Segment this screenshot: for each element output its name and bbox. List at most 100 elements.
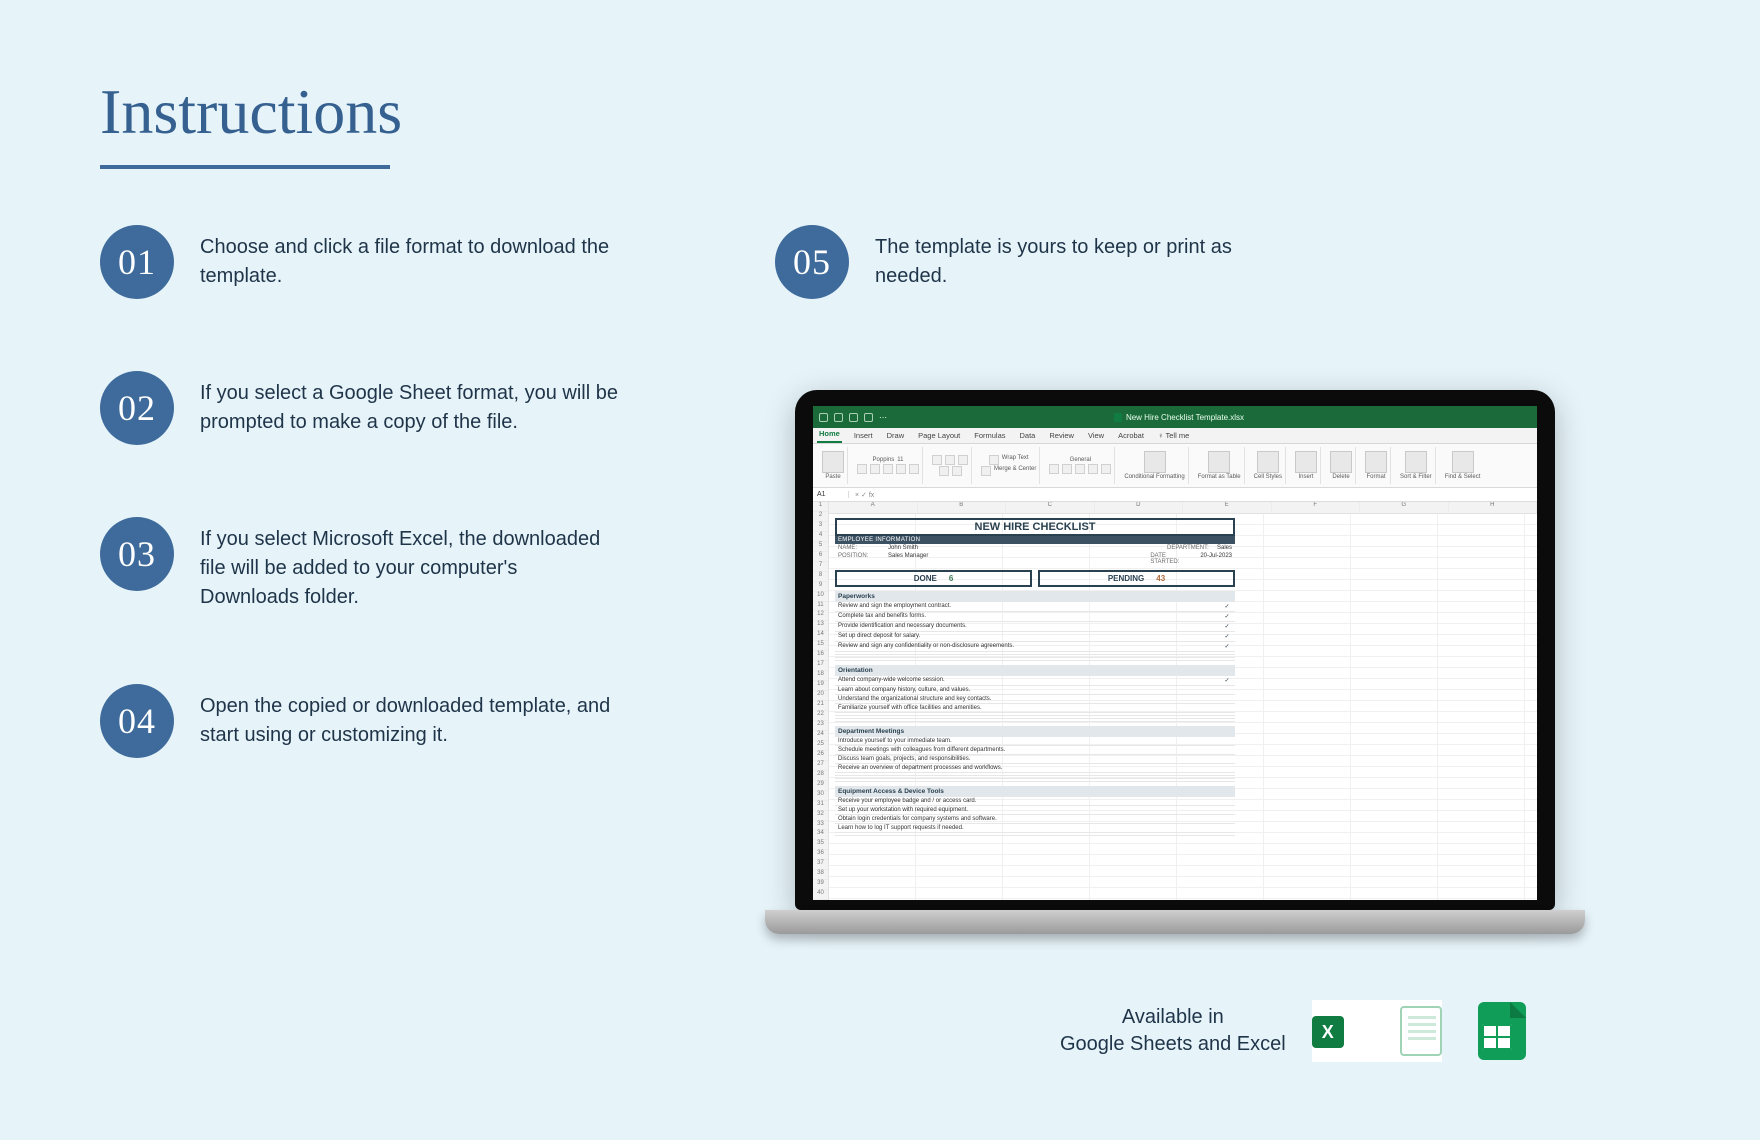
wrap-text-icon (989, 455, 999, 465)
info-dept-value: Sales (1217, 545, 1232, 551)
checklist-row (835, 658, 1235, 661)
section-header: Department Meetings (835, 726, 1235, 737)
font-color-icon (909, 464, 919, 474)
row-header: 19 (813, 681, 828, 691)
checklist-mark (1222, 765, 1232, 771)
merge-center-label: Merge & Center (994, 466, 1036, 476)
tab-formulas: Formulas (972, 429, 1007, 443)
checklist-text: Provide identification and necessary doc… (838, 623, 1222, 630)
align-right-icon (958, 455, 968, 465)
dec-decimal-icon (1101, 464, 1111, 474)
checklist-mark (1222, 816, 1232, 822)
home-icon (819, 413, 828, 422)
section-header: Orientation (835, 665, 1235, 676)
row-header: 17 (813, 661, 828, 671)
insert-cells-icon (1295, 451, 1317, 473)
checklist-text: Introduce yourself to your immediate tea… (838, 738, 1222, 744)
info-date-value: 20-Jul-2023 (1200, 553, 1232, 565)
column-header: D (1095, 502, 1184, 513)
row-header: 30 (813, 791, 828, 801)
tab-view: View (1086, 429, 1106, 443)
checklist-mark (1222, 756, 1232, 762)
tab-home: Home (817, 427, 842, 443)
checklist-mark: ✓ (1222, 613, 1232, 620)
row-header: 12 (813, 611, 828, 621)
row-header: 22 (813, 711, 828, 721)
checklist-row: Discuss team goals, projects, and respon… (835, 755, 1235, 764)
row-header: 18 (813, 671, 828, 681)
info-date-label: DATE STARTED: (1150, 553, 1196, 565)
save-icon (834, 413, 843, 422)
row-header: 4 (813, 532, 828, 542)
checklist-mark (1222, 696, 1232, 702)
step-2: 02 If you select a Google Sheet format, … (100, 371, 620, 445)
merge-center-icon (981, 466, 991, 476)
tab-draw: Draw (885, 429, 907, 443)
outdent-icon (952, 466, 962, 476)
steps-column-right: 05 The template is yours to keep or prin… (775, 225, 1295, 371)
checklist-row: Review and sign any confidentiality or n… (835, 642, 1235, 652)
excel-app-icon: X (1312, 1000, 1442, 1062)
fill-color-icon (896, 464, 906, 474)
checklist-text: Learn about company history, culture, an… (838, 687, 1222, 693)
currency-icon (1049, 464, 1059, 474)
checklist-text: Receive your employee badge and / or acc… (838, 798, 1222, 804)
sort-filter-icon (1405, 451, 1427, 473)
step-5: 05 The template is yours to keep or prin… (775, 225, 1295, 299)
row-header: 25 (813, 741, 828, 751)
qa-ellipsis: ⋯ (879, 413, 887, 422)
sort-filter-label: Sort & Filter (1400, 474, 1432, 480)
spreadsheet-content: NEW HIRE CHECKLIST EMPLOYEE INFORMATION … (835, 518, 1235, 836)
available-line2: Google Sheets and Excel (1060, 1031, 1286, 1058)
checklist-text: Set up your workstation with required eq… (838, 807, 1222, 813)
font-size-box: 11 (897, 457, 903, 463)
laptop-screen: ⋯ New Hire Checklist Template.xlsx Home … (795, 390, 1555, 910)
step-4: 04 Open the copied or downloaded templat… (100, 684, 620, 758)
checklist-mark: ✓ (1222, 603, 1232, 610)
checklist-mark: ✓ (1222, 677, 1232, 684)
tab-review: Review (1047, 429, 1076, 443)
grid: ABCDEFGH NEW HIRE CHECKLIST EMPLOYEE INF… (829, 502, 1537, 900)
row-header: 40 (813, 890, 828, 900)
column-header: B (918, 502, 1007, 513)
row-header: 16 (813, 651, 828, 661)
step-badge-2: 02 (100, 371, 174, 445)
checklist-row: Familiarize yourself with office facilit… (835, 704, 1235, 713)
paste-icon (822, 451, 844, 473)
number-format-box: General (1070, 457, 1091, 463)
row-header: 2 (813, 512, 828, 522)
laptop-mockup: ⋯ New Hire Checklist Template.xlsx Home … (775, 390, 1575, 934)
checklist-mark (1222, 747, 1232, 753)
column-header: A (829, 502, 918, 513)
info-dept-label: DEPARTMENT: (1167, 545, 1213, 551)
find-select-icon (1452, 451, 1474, 473)
step-badge-1: 01 (100, 225, 174, 299)
row-header: 31 (813, 801, 828, 811)
ribbon-paste-label: Paste (825, 474, 840, 480)
row-header: 27 (813, 761, 828, 771)
checklist-row: Set up direct deposit for salary.✓ (835, 632, 1235, 642)
wrap-text-label: Wrap Text (1002, 455, 1029, 465)
column-header: H (1449, 502, 1538, 513)
inc-decimal-icon (1088, 464, 1098, 474)
column-header: F (1272, 502, 1361, 513)
sheets-app-icon (1468, 1000, 1530, 1062)
row-header: 38 (813, 870, 828, 880)
format-label: Format (1366, 474, 1385, 480)
available-in: Available in Google Sheets and Excel X (1060, 1000, 1530, 1062)
tab-acrobat: Acrobat (1116, 429, 1146, 443)
available-line1: Available in (1060, 1004, 1286, 1031)
checklist-text: Complete tax and benefits forms. (838, 613, 1222, 620)
font-name-box: Poppins (873, 457, 895, 463)
format-cells-icon (1365, 451, 1387, 473)
row-header: 14 (813, 631, 828, 641)
step-text-3: If you select Microsoft Excel, the downl… (200, 517, 620, 612)
find-select-label: Find & Select (1445, 474, 1481, 480)
delete-label: Delete (1332, 474, 1349, 480)
row-header: 13 (813, 621, 828, 631)
cell-reference: A1 (813, 491, 849, 498)
tab-page-layout: Page Layout (916, 429, 962, 443)
checklist-text: Understand the organizational structure … (838, 696, 1222, 702)
step-text-1: Choose and click a file format to downlo… (200, 225, 620, 291)
row-header: 8 (813, 572, 828, 582)
